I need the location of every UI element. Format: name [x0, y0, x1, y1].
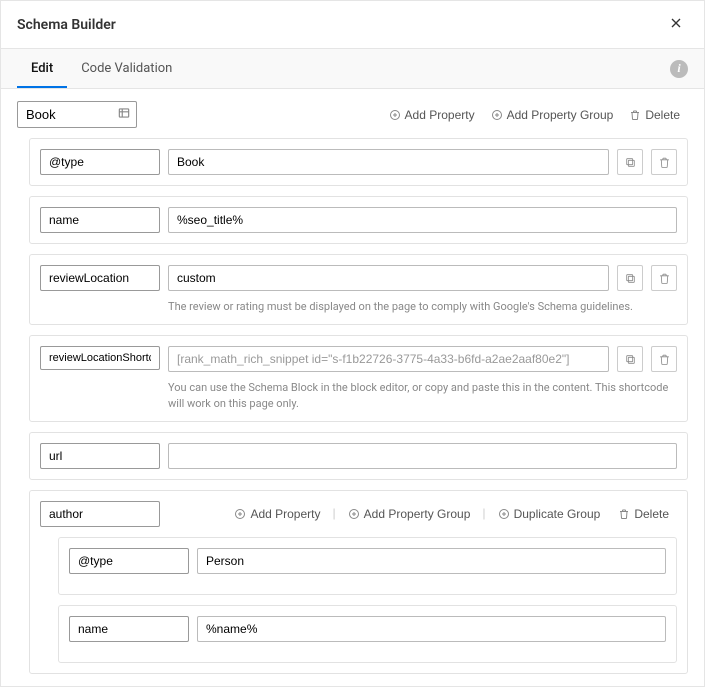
property-key-reviewlocationshortcode[interactable]	[40, 346, 160, 370]
schema-type-input[interactable]	[17, 101, 137, 128]
delete-schema-button[interactable]: Delete	[621, 104, 688, 126]
tab-code-validation[interactable]: Code Validation	[67, 49, 186, 88]
trash-icon	[629, 109, 641, 121]
delete-button[interactable]	[651, 346, 677, 372]
author-add-property-button[interactable]: Add Property	[226, 503, 328, 525]
add-property-group-button[interactable]: Add Property Group	[483, 104, 622, 126]
property-group-author: Add Property | Add Property Group | Dupl…	[29, 490, 688, 674]
plus-circle-icon	[348, 508, 360, 520]
property-row-author-name	[58, 605, 677, 663]
property-value-author-name[interactable]	[197, 616, 666, 642]
schema-type-selector[interactable]	[17, 101, 137, 128]
property-value-name[interactable]	[168, 207, 677, 233]
property-row-author-type	[58, 537, 677, 595]
property-key-author-type[interactable]	[69, 548, 189, 574]
property-value-author-type[interactable]	[197, 548, 666, 574]
copy-button[interactable]	[617, 265, 643, 291]
author-delete-group-button[interactable]: Delete	[610, 503, 677, 525]
plus-circle-icon	[498, 508, 510, 520]
copy-button[interactable]	[617, 346, 643, 372]
property-key-name[interactable]	[40, 207, 160, 233]
trash-icon	[658, 156, 671, 169]
trash-icon	[618, 508, 630, 520]
plus-circle-icon	[234, 508, 246, 520]
close-button[interactable]	[664, 11, 688, 38]
property-row-reviewlocation: The review or rating must be displayed o…	[29, 254, 688, 325]
help-text-reviewlocation: The review or rating must be displayed o…	[168, 299, 677, 314]
property-key-url[interactable]	[40, 443, 160, 469]
copy-icon	[624, 272, 637, 285]
property-value-reviewlocationshortcode[interactable]	[168, 346, 609, 372]
info-icon[interactable]: i	[670, 60, 688, 78]
property-key-author-name[interactable]	[69, 616, 189, 642]
copy-button[interactable]	[617, 149, 643, 175]
property-row-url	[29, 432, 688, 480]
group-key-author[interactable]	[40, 501, 160, 527]
property-row-reviewlocationshortcode: You can use the Schema Block in the bloc…	[29, 335, 688, 422]
modal-title: Schema Builder	[17, 17, 116, 33]
plus-circle-icon	[389, 109, 401, 121]
property-row-name	[29, 196, 688, 244]
property-value-reviewlocation[interactable]	[168, 265, 609, 291]
plus-circle-icon	[491, 109, 503, 121]
property-key-type[interactable]	[40, 149, 160, 175]
add-property-button[interactable]: Add Property	[381, 104, 483, 126]
trash-icon	[658, 272, 671, 285]
property-value-url[interactable]	[168, 443, 677, 469]
delete-button[interactable]	[651, 149, 677, 175]
trash-icon	[658, 353, 671, 366]
author-add-property-group-button[interactable]: Add Property Group	[340, 503, 479, 525]
copy-icon	[624, 353, 637, 366]
copy-icon	[624, 156, 637, 169]
author-duplicate-group-button[interactable]: Duplicate Group	[490, 503, 609, 525]
help-text-reviewlocationshortcode: You can use the Schema Block in the bloc…	[168, 380, 677, 411]
property-key-reviewlocation[interactable]	[40, 265, 160, 291]
tab-edit[interactable]: Edit	[17, 49, 67, 88]
delete-button[interactable]	[651, 265, 677, 291]
property-value-type[interactable]	[168, 149, 609, 175]
close-icon	[668, 15, 684, 31]
property-row-type	[29, 138, 688, 186]
